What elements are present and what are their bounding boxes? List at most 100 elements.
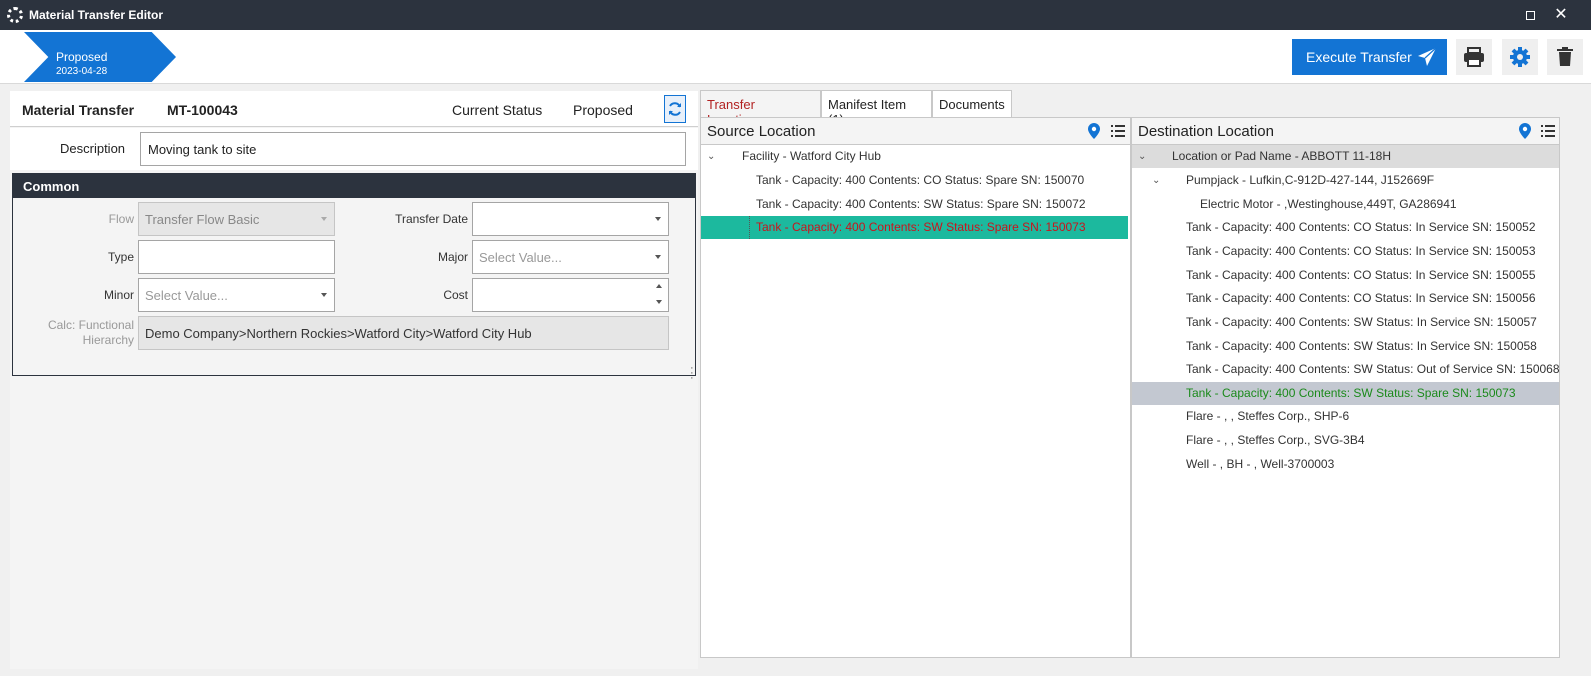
map-pin-icon[interactable] (1088, 123, 1100, 139)
refresh-button[interactable] (664, 95, 686, 123)
tree-node-source-item[interactable]: Tank - Capacity: 400 Contents: CO Status… (701, 169, 1130, 192)
minor-placeholder: Select Value... (145, 288, 228, 303)
destination-location-pane: Destination Location ⌄ Location or Pad N… (1131, 117, 1560, 658)
tree-node-destination-item[interactable]: Tank - Capacity: 400 Contents: CO Status… (1132, 216, 1559, 239)
tree-node-label: Tank - Capacity: 400 Contents: CO Status… (1186, 244, 1536, 258)
chevron-down-icon (321, 217, 327, 221)
description-row: Description Moving tank to site (10, 128, 698, 170)
description-input[interactable]: Moving tank to site (140, 132, 686, 166)
transfer-date-picker[interactable] (472, 202, 669, 236)
tree-node-label: Tank - Capacity: 400 Contents: CO Status… (756, 173, 1085, 187)
delete-button[interactable] (1547, 39, 1583, 75)
tree-node-destination-root[interactable]: ⌄ Location or Pad Name - ABBOTT 11-18H (1132, 145, 1559, 168)
tree-node-label: Electric Motor - ,Westinghouse,449T, GA2… (1200, 197, 1457, 211)
maximize-icon[interactable] (1522, 7, 1538, 23)
tab-documents[interactable]: Documents (932, 90, 1012, 117)
tree-node-label: Tank - Capacity: 400 Contents: SW Status… (1186, 339, 1537, 353)
material-transfer-label: Material Transfer (22, 102, 135, 118)
source-location-pane: Source Location ⌄ Facility - Watford Cit… (700, 117, 1131, 658)
current-status-value: Proposed (573, 102, 633, 118)
tree-node-label: Tank - Capacity: 400 Contents: SW Status… (756, 197, 1086, 211)
window-title: Material Transfer Editor (29, 8, 164, 22)
tree-node-destination-item[interactable]: Tank - Capacity: 400 Contents: SW Status… (1132, 311, 1559, 334)
list-icon[interactable] (1111, 124, 1125, 138)
settings-button[interactable] (1502, 39, 1538, 75)
source-location-header: Source Location (701, 118, 1130, 145)
tree-node-destination-item-selected[interactable]: Tank - Capacity: 400 Contents: SW Status… (1132, 382, 1559, 405)
tree-node-label: Tank - Capacity: 400 Contents: CO Status… (1186, 291, 1536, 305)
material-transfer-row: Material Transfer MT-100043 Current Stat… (10, 91, 698, 127)
map-pin-icon[interactable] (1519, 123, 1531, 139)
minor-select[interactable]: Select Value... (138, 278, 335, 312)
send-icon (1418, 47, 1437, 66)
tree-node-destination-item[interactable]: Tank - Capacity: 400 Contents: SW Status… (1132, 335, 1559, 358)
status-date: 2023-04-28 (56, 66, 108, 77)
common-group: Common Flow Transfer Flow Basic Transfer… (12, 173, 696, 376)
left-panel: Material Transfer MT-100043 Current Stat… (10, 91, 698, 669)
tree-node-destination-item[interactable]: Tank - Capacity: 400 Contents: CO Status… (1132, 240, 1559, 263)
flow-value: Transfer Flow Basic (145, 212, 260, 227)
major-select[interactable]: Select Value... (472, 240, 669, 274)
transfer-date-label: Transfer Date (395, 212, 468, 226)
tree-node-label: Pumpjack - Lufkin,C-912D-427-144, J15266… (1186, 173, 1435, 187)
status-chevron[interactable]: Proposed 2023-04-28 (24, 32, 176, 82)
tree-node-source-item[interactable]: Tank - Capacity: 400 Contents: SW Status… (701, 193, 1130, 216)
tree-node-electric-motor[interactable]: Electric Motor - ,Westinghouse,449T, GA2… (1132, 193, 1559, 216)
gear-icon (1510, 47, 1530, 67)
minor-label: Minor (103, 288, 134, 302)
chevron-down-icon[interactable]: ⌄ (1152, 169, 1160, 192)
tree-node-source-item-selected[interactable]: Tank - Capacity: 400 Contents: SW Status… (701, 216, 1128, 239)
tree-node-label: Facility - Watford City Hub (742, 149, 881, 163)
destination-location-header: Destination Location (1132, 118, 1559, 145)
cost-input[interactable] (472, 278, 669, 312)
hierarchy-label-line-2: Hierarchy (82, 333, 134, 347)
chevron-down-icon[interactable]: ⌄ (1138, 145, 1146, 168)
tree-node-pumpjack[interactable]: ⌄ Pumpjack - Lufkin,C-912D-427-144, J152… (1132, 169, 1559, 192)
tree-node-destination-item[interactable]: Well - , BH - , Well-3700003 (1132, 453, 1559, 476)
chevron-down-icon[interactable] (655, 255, 661, 259)
splitter-handle[interactable]: · · · (690, 363, 694, 384)
chevron-down-icon[interactable] (321, 293, 327, 297)
tree-node-destination-item[interactable]: Flare - , , Steffes Corp., SHP-6 (1132, 405, 1559, 428)
close-icon[interactable]: ✕ (1553, 7, 1569, 23)
tab-transfer-locations[interactable]: Transfer Locations (700, 90, 821, 127)
list-icon[interactable] (1541, 124, 1555, 138)
spin-up-icon[interactable] (656, 284, 662, 288)
source-location-title: Source Location (707, 123, 816, 140)
chevron-down-icon[interactable]: ⌄ (707, 145, 715, 168)
type-label: Type (107, 250, 134, 264)
focus-marker (749, 216, 750, 239)
tree-node-label: Tank - Capacity: 400 Contents: CO Status… (1186, 268, 1536, 282)
print-button[interactable] (1456, 39, 1492, 75)
toolbar: Proposed 2023-04-28 Execute Transfer (0, 30, 1591, 84)
tree-node-label: Flare - , , Steffes Corp., SVG-3B4 (1186, 433, 1365, 447)
tree-node-label: Location or Pad Name - ABBOTT 11-18H (1172, 149, 1391, 163)
tree-node-destination-item[interactable]: Flare - , , Steffes Corp., SVG-3B4 (1132, 429, 1559, 452)
tree-node-label: Tank - Capacity: 400 Contents: SW Status… (756, 220, 1086, 234)
tree-node-label: Tank - Capacity: 400 Contents: SW Status… (1186, 386, 1516, 400)
flow-select: Transfer Flow Basic (138, 202, 335, 236)
tree-node-source-root[interactable]: ⌄ Facility - Watford City Hub (701, 145, 1130, 168)
trash-icon (1557, 47, 1573, 66)
tree-node-destination-item[interactable]: Tank - Capacity: 400 Contents: SW Status… (1132, 358, 1560, 381)
title-bar: Material Transfer Editor ✕ (0, 0, 1591, 30)
flow-label: Flow (108, 212, 134, 226)
type-input[interactable] (138, 240, 335, 274)
tree-node-label: Well - , BH - , Well-3700003 (1186, 457, 1335, 471)
chevron-down-icon[interactable] (655, 217, 661, 221)
major-label: Major (437, 250, 468, 264)
common-header: Common (13, 174, 695, 198)
execute-transfer-button[interactable]: Execute Transfer (1292, 39, 1447, 75)
hierarchy-field: Demo Company>Northern Rockies>Watford Ci… (138, 316, 669, 350)
major-placeholder: Select Value... (479, 250, 562, 265)
status-label: Proposed (56, 50, 108, 64)
tree-node-label: Tank - Capacity: 400 Contents: SW Status… (1186, 362, 1560, 376)
tree-node-label: Tank - Capacity: 400 Contents: SW Status… (1186, 315, 1537, 329)
tree-node-destination-item[interactable]: Tank - Capacity: 400 Contents: CO Status… (1132, 287, 1559, 310)
destination-location-title: Destination Location (1138, 123, 1274, 140)
spin-down-icon[interactable] (656, 300, 662, 304)
tab-manifest-item[interactable]: Manifest Item (1) (821, 90, 932, 127)
description-label: Description (60, 141, 126, 156)
material-transfer-id: MT-100043 (167, 102, 238, 118)
tree-node-destination-item[interactable]: Tank - Capacity: 400 Contents: CO Status… (1132, 264, 1559, 287)
